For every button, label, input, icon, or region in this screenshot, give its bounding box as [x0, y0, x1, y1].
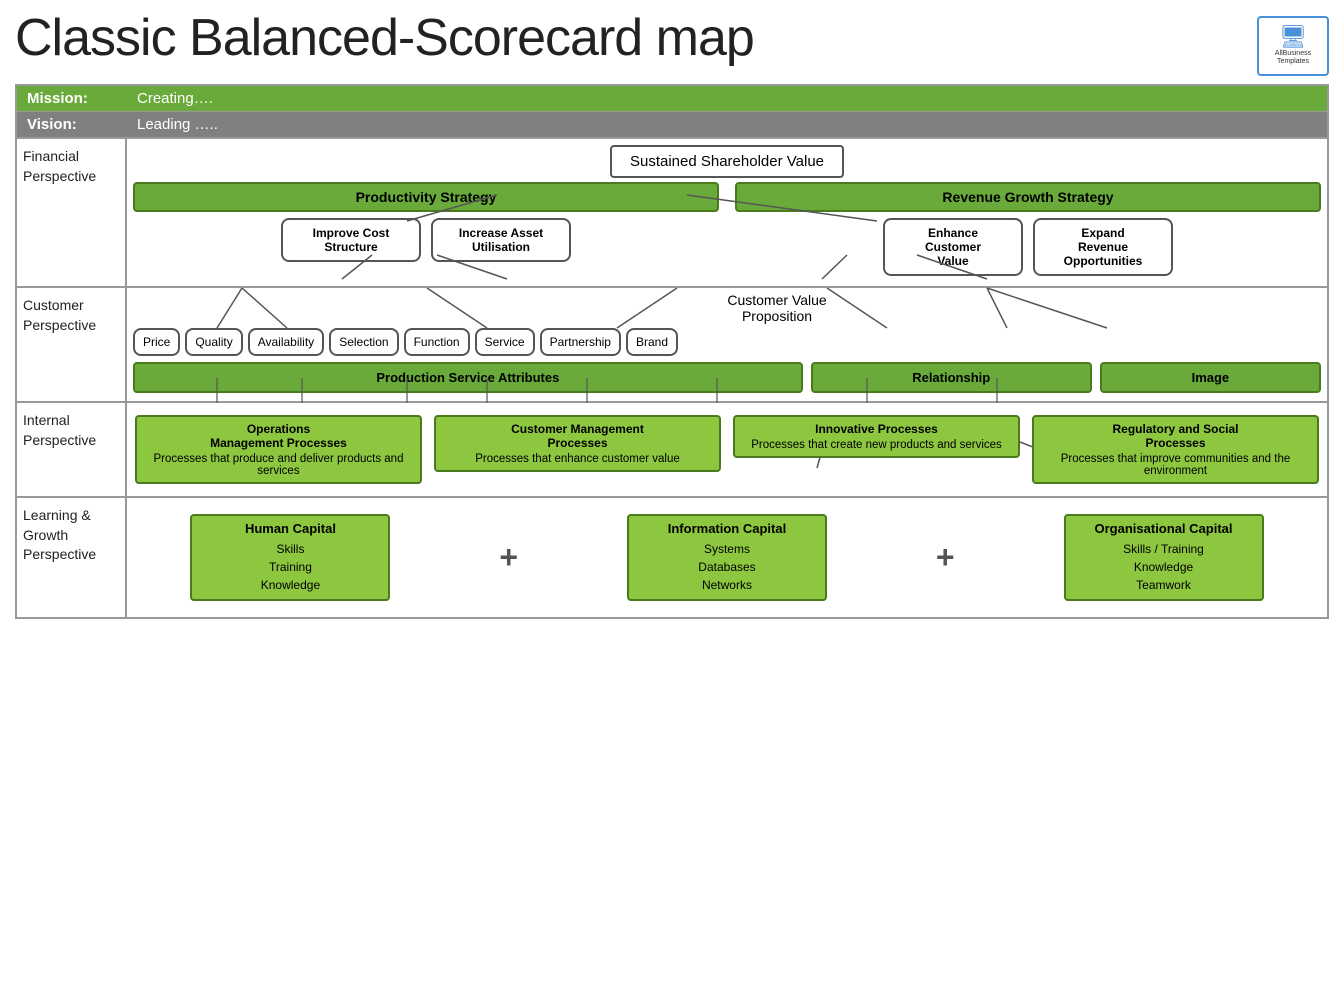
attr-price: Price	[133, 328, 180, 356]
strategies-row: Productivity Strategy Improve Cost Struc…	[133, 182, 1321, 276]
lg-box-organisational: Organisational Capital Skills / Training…	[1064, 514, 1264, 601]
attr-brand: Brand	[626, 328, 678, 356]
enhance-customer-box: Enhance Customer Value	[883, 218, 1023, 276]
customer-perspective-label: CustomerPerspective	[17, 288, 127, 401]
customer-green-row: Production Service Attributes Relationsh…	[133, 362, 1321, 393]
cvp-label: Customer ValueProposition	[493, 292, 1061, 324]
page-wrapper: Classic Balanced-Scorecard map 🖥 AllBusi…	[0, 0, 1344, 629]
logo-box: 🖥 AllBusinessTemplates	[1257, 16, 1329, 76]
customer-perspective-row: CustomerPerspective	[17, 288, 1327, 403]
lg-content: Human Capital Skills Training Knowledge …	[131, 506, 1323, 609]
learning-perspective-content: Human Capital Skills Training Knowledge …	[127, 498, 1327, 617]
internal-box-innovative: Innovative Processes Processes that crea…	[733, 415, 1020, 458]
customer-perspective-content: Customer ValueProposition Price Quality …	[127, 288, 1327, 401]
lg-human-title: Human Capital	[202, 521, 378, 536]
revenue-strategy-label: Revenue Growth Strategy	[735, 182, 1321, 212]
page-title: Classic Balanced-Scorecard map	[15, 10, 754, 67]
attr-partnership: Partnership	[540, 328, 621, 356]
lg-org-title: Organisational Capital	[1076, 521, 1252, 536]
mission-label: Mission:	[27, 90, 117, 107]
prod-service-label: Production Service Attributes	[133, 362, 803, 393]
vision-value: Leading …..	[137, 116, 218, 133]
internal-ops-title: OperationsManagement Processes	[143, 422, 414, 450]
lg-human-item-2: Training	[202, 558, 378, 576]
internal-perspective-label: InternalPerspective	[17, 403, 127, 496]
internal-regulatory-title: Regulatory and SocialProcesses	[1040, 422, 1311, 450]
attr-service: Service	[475, 328, 535, 356]
mission-value: Creating….	[137, 90, 213, 107]
financial-perspective-label: FinancialPerspective	[17, 139, 127, 286]
revenue-boxes: Enhance Customer Value Expand Revenue Op…	[883, 218, 1173, 276]
attr-selection: Selection	[329, 328, 398, 356]
relationship-label: Relationship	[811, 362, 1092, 393]
internal-box-customer-mgmt: Customer ManagementProcesses Processes t…	[434, 415, 721, 472]
diagram-container: Mission: Creating…. Vision: Leading ….. …	[15, 84, 1329, 619]
attr-quality: Quality	[185, 328, 242, 356]
attr-function: Function	[404, 328, 470, 356]
lg-human-item-1: Skills	[202, 540, 378, 558]
lg-org-item-3: Teamwork	[1076, 576, 1252, 594]
lg-human-item-3: Knowledge	[202, 576, 378, 594]
attributes-row: Price Quality Availability Selection Fun…	[133, 328, 1321, 356]
vision-label: Vision:	[27, 116, 117, 133]
internal-innovative-title: Innovative Processes	[741, 422, 1012, 436]
improve-cost-box: Improve Cost Structure	[281, 218, 421, 262]
productivity-strategy-block: Productivity Strategy Improve Cost Struc…	[133, 182, 719, 276]
ssv-box: Sustained Shareholder Value	[610, 145, 844, 178]
lg-info-item-2: Databases	[639, 558, 815, 576]
increase-asset-box: Increase Asset Utilisation	[431, 218, 571, 262]
lg-org-item-2: Knowledge	[1076, 558, 1252, 576]
internal-boxes: OperationsManagement Processes Processes…	[133, 411, 1321, 488]
plus-sign-1: +	[489, 539, 528, 576]
internal-custmgmt-title: Customer ManagementProcesses	[442, 422, 713, 450]
productivity-boxes: Improve Cost Structure Increase Asset Ut…	[281, 218, 571, 262]
internal-regulatory-desc: Processes that improve communities and t…	[1040, 453, 1311, 477]
lg-info-title: Information Capital	[639, 521, 815, 536]
internal-box-regulatory: Regulatory and SocialProcesses Processes…	[1032, 415, 1319, 484]
logo-icon: 🖥	[1279, 26, 1307, 48]
lg-info-item-1: Systems	[639, 540, 815, 558]
revenue-strategy-block: Revenue Growth Strategy Enhance Customer…	[735, 182, 1321, 276]
mission-row: Mission: Creating….	[17, 86, 1327, 112]
ssv-container: Sustained Shareholder Value	[133, 145, 1321, 178]
vision-row: Vision: Leading …..	[17, 112, 1327, 139]
expand-revenue-box: Expand Revenue Opportunities	[1033, 218, 1173, 276]
internal-perspective-content: OperationsManagement Processes Processes…	[127, 403, 1327, 496]
internal-innovative-desc: Processes that create new products and s…	[741, 439, 1012, 451]
learning-perspective-row: Learning &GrowthPerspective Human Capita…	[17, 498, 1327, 617]
header-row: Classic Balanced-Scorecard map 🖥 AllBusi…	[15, 10, 1329, 76]
logo-text: AllBusinessTemplates	[1275, 50, 1311, 67]
lg-org-item-1: Skills / Training	[1076, 540, 1252, 558]
internal-custmgmt-desc: Processes that enhance customer value	[442, 453, 713, 465]
learning-perspective-label: Learning &GrowthPerspective	[17, 498, 127, 617]
plus-sign-2: +	[926, 539, 965, 576]
lg-info-item-3: Networks	[639, 576, 815, 594]
lg-box-human: Human Capital Skills Training Knowledge	[190, 514, 390, 601]
image-label: Image	[1100, 362, 1321, 393]
financial-perspective-row: FinancialPerspective	[17, 139, 1327, 288]
productivity-strategy-label: Productivity Strategy	[133, 182, 719, 212]
internal-ops-desc: Processes that produce and deliver produ…	[143, 453, 414, 477]
internal-box-operations: OperationsManagement Processes Processes…	[135, 415, 422, 484]
lg-box-information: Information Capital Systems Databases Ne…	[627, 514, 827, 601]
financial-perspective-content: Sustained Shareholder Value Productivity…	[127, 139, 1327, 286]
attr-availability: Availability	[248, 328, 324, 356]
internal-perspective-row: InternalPerspective OperationsManagement…	[17, 403, 1327, 498]
